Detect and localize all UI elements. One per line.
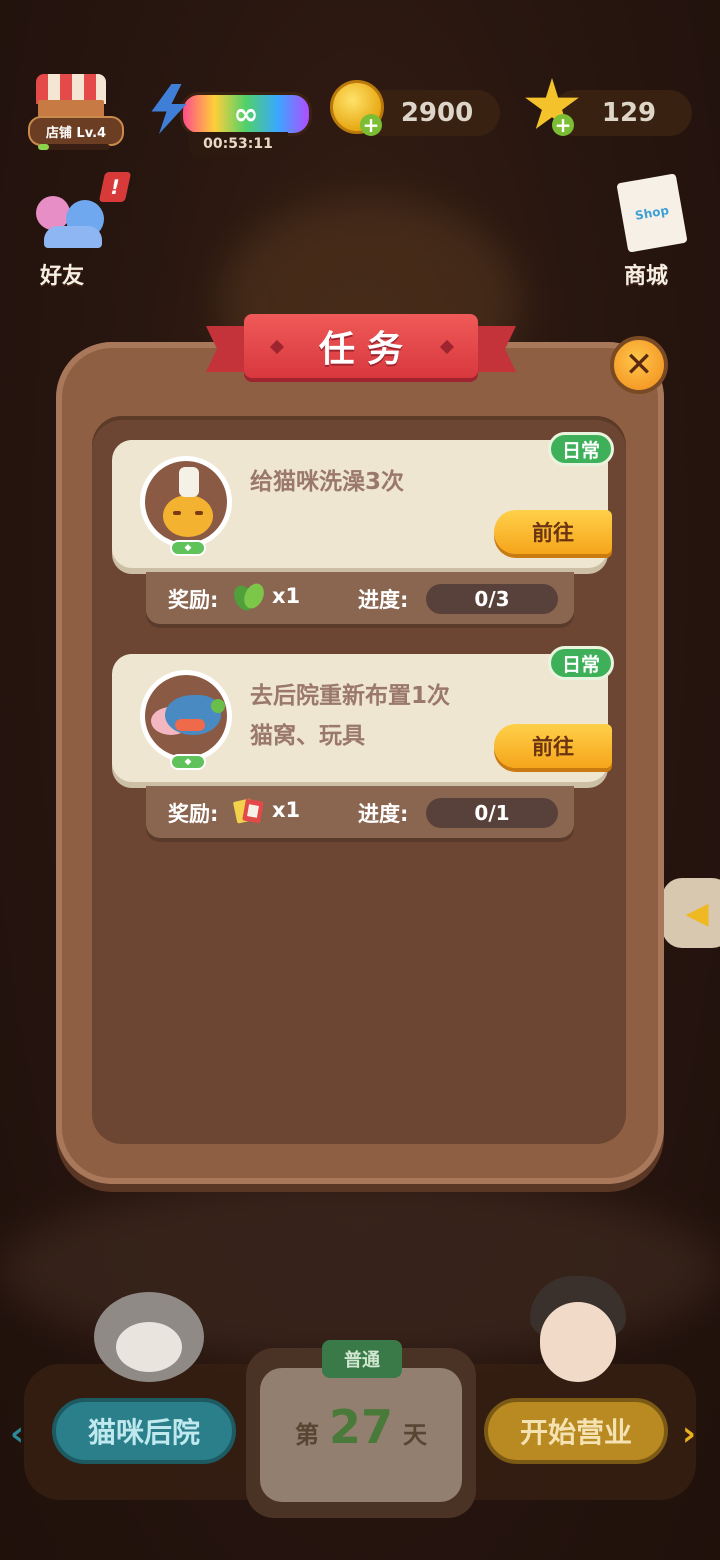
shark-bed-icon [145,675,227,757]
go-button[interactable]: 前往 [494,724,612,768]
energy-value: ∞ [180,92,312,136]
friends-label[interactable]: 好友 [40,258,84,290]
task-title: 给猫咪洗澡3次 [250,469,405,495]
shopping-bag-icon[interactable]: Shop [616,173,688,253]
go-button[interactable]: 前往 [494,510,612,554]
cat-shampoo-icon [145,461,227,543]
reward-row: 奖励: x1 进度: 0/1 [146,786,574,838]
mall-label[interactable]: 商城 [624,258,668,290]
close-button[interactable]: ✕ [610,336,668,394]
progress-value: 0/3 [426,584,558,614]
card-pack-icon [233,798,264,824]
leaf-icon [234,583,264,611]
cat-backyard-button[interactable]: 猫咪后院 [52,1398,236,1464]
shop-level-widget[interactable]: 店铺 Lv.4 [28,70,124,150]
daily-tag: 日常 [548,432,614,466]
star-widget[interactable]: 129 + [522,70,694,150]
energy-timer: 00:53:11 [188,132,288,156]
energy-widget[interactable]: ∞ 00:53:11 [140,70,312,156]
daily-tag: 日常 [548,646,614,680]
reward-label: 奖励: [168,802,219,826]
task-avatar [140,670,232,762]
gem-icon: ◆ [170,540,206,556]
difficulty-mode: 普通 [322,1340,402,1378]
reward-quantity: x1 [272,798,301,822]
reward-label: 奖励: [168,588,219,612]
cat-mascot [94,1282,204,1394]
reward-row: 奖励: x1 进度: 0/3 [146,572,574,624]
task-card: ◆ 给猫咪洗澡3次 日常 前往 [112,432,614,568]
task-avatar [140,456,232,548]
coin-widget[interactable]: 2900 + [330,70,502,150]
task-card: ◆ 去后院重新布置1次 猫窝、玩具 日常 前往 [112,646,614,782]
task-subtitle: 猫窝、玩具 [250,723,365,749]
add-coins-button[interactable]: + [360,114,382,136]
expand-side-tab[interactable]: ◀ [662,878,720,948]
day-counter: 第 27 天 [246,1400,476,1454]
owner-character [526,1276,630,1400]
add-stars-button[interactable]: + [552,114,574,136]
day-prefix: 第 [294,1421,319,1449]
progress-value: 0/1 [426,798,558,828]
chevron-left-icon[interactable]: ‹ [10,1414,24,1454]
day-number: 27 [328,1400,393,1454]
friends-icon[interactable] [36,190,106,248]
progress-label: 进度: [358,802,409,826]
shop-level-progress [38,144,110,150]
day-suffix: 天 [403,1421,427,1449]
shop-level-label: 店铺 Lv.4 [28,116,124,146]
progress-label: 进度: [358,588,409,612]
gem-icon: ◆ [170,754,206,770]
reward-quantity: x1 [272,584,301,608]
start-business-button[interactable]: 开始营业 [484,1398,668,1464]
task-title: 去后院重新布置1次 [250,683,451,709]
dialog-title-ribbon: 任务 [206,314,516,384]
chevron-right-icon[interactable]: › [682,1414,696,1454]
